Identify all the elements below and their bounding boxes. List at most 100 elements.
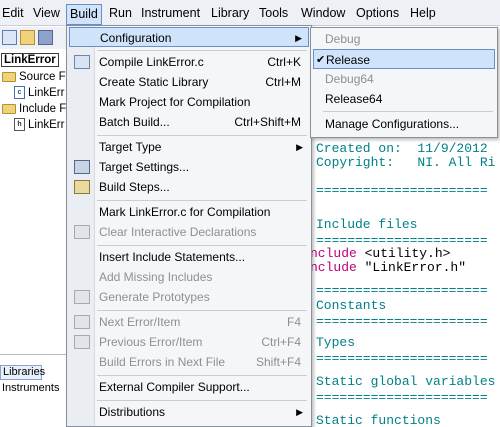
menu-item-external-compiler[interactable]: External Compiler Support... bbox=[69, 377, 309, 397]
config-manage[interactable]: Manage Configurations... bbox=[313, 114, 495, 134]
include-keyword: nclude bbox=[310, 246, 357, 261]
menu-item-mark-project[interactable]: Mark Project for Compilation bbox=[69, 92, 309, 112]
menu-help[interactable]: Help bbox=[406, 5, 440, 23]
include-value: <utility.h> bbox=[356, 246, 451, 261]
new-project-icon[interactable] bbox=[2, 30, 17, 45]
build-steps-label: Build Steps... bbox=[99, 180, 170, 194]
config-debug64-label: Debug64 bbox=[325, 72, 374, 86]
insert-include-label: Insert Include Statements... bbox=[99, 250, 246, 264]
external-compiler-label: External Compiler Support... bbox=[99, 380, 250, 394]
previous-error-label: Previous Error/Item bbox=[99, 335, 203, 349]
config-debug64[interactable]: Debug64 bbox=[313, 69, 495, 89]
next-error-label: Next Error/Item bbox=[99, 315, 181, 329]
submenu-arrow-icon: ▶ bbox=[295, 33, 302, 43]
generate-prototypes-label: Generate Prototypes bbox=[99, 290, 210, 304]
menu-separator bbox=[97, 200, 307, 201]
menu-bar: Edit View Build Run Instrument Library T… bbox=[0, 0, 500, 26]
mark-project-label: Mark Project for Compilation bbox=[99, 95, 251, 109]
menu-item-insert-include[interactable]: Insert Include Statements... bbox=[69, 247, 309, 267]
build-steps-icon bbox=[74, 180, 90, 194]
tree-project[interactable]: LinkError bbox=[1, 52, 59, 68]
compile-label: Compile LinkError.c bbox=[99, 55, 204, 69]
create-static-shortcut: Ctrl+M bbox=[265, 75, 301, 89]
menu-item-mark-file[interactable]: Mark LinkError.c for Compilation bbox=[69, 202, 309, 222]
next-error-icon bbox=[74, 315, 90, 329]
menu-separator bbox=[97, 245, 307, 246]
menu-item-clear-interactive[interactable]: Clear Interactive Declarations bbox=[69, 222, 309, 242]
menu-item-generate-prototypes[interactable]: Generate Prototypes bbox=[69, 287, 309, 307]
menu-item-distributions[interactable]: Distributions ▶ bbox=[69, 402, 309, 422]
configuration-submenu: Debug ✔ Release Debug64 Release64 Manage… bbox=[310, 27, 498, 138]
library-panel: Libraries Instruments bbox=[0, 354, 70, 427]
menu-separator bbox=[97, 375, 307, 376]
menu-instrument[interactable]: Instrument bbox=[137, 5, 204, 23]
menu-view[interactable]: View bbox=[29, 5, 64, 23]
libraries-tab[interactable]: Libraries bbox=[0, 365, 45, 380]
menu-item-configuration[interactable]: Configuration ▶ bbox=[69, 27, 309, 47]
toolbar bbox=[0, 27, 70, 49]
config-release[interactable]: ✔ Release bbox=[313, 49, 495, 69]
menu-separator bbox=[323, 111, 493, 112]
generate-prototypes-icon bbox=[74, 290, 90, 304]
source-folder-label: Source Fil bbox=[19, 71, 71, 83]
include-folder-label: Include Fi bbox=[19, 103, 69, 115]
distributions-label: Distributions bbox=[99, 405, 166, 419]
tree-include-file[interactable]: h LinkErr bbox=[14, 117, 64, 133]
instruments-item[interactable]: Instruments bbox=[2, 382, 59, 394]
open-folder-icon[interactable] bbox=[20, 30, 35, 45]
config-release64-label: Release64 bbox=[325, 92, 383, 106]
code-types: Types bbox=[316, 335, 356, 350]
menu-item-create-static-library[interactable]: Create Static Library Ctrl+M bbox=[69, 72, 309, 92]
target-settings-label: Target Settings... bbox=[99, 160, 190, 174]
code-editor[interactable]: Created on: 11/9/2012 Copyright: NI. All… bbox=[310, 138, 500, 427]
include-keyword: nclude bbox=[310, 260, 357, 275]
code-static-globals: Static global variables bbox=[316, 374, 496, 389]
code-copyright: Copyright: NI. All Ri bbox=[316, 155, 496, 170]
tree-include-folder[interactable]: Include Fi bbox=[2, 101, 69, 117]
create-static-label: Create Static Library bbox=[99, 75, 209, 89]
save-icon[interactable] bbox=[38, 30, 53, 45]
code-rule: ====================== bbox=[316, 314, 488, 329]
add-missing-label: Add Missing Includes bbox=[99, 270, 213, 284]
config-release64[interactable]: Release64 bbox=[313, 89, 495, 109]
submenu-arrow-icon: ▶ bbox=[296, 407, 303, 417]
menu-window[interactable]: Window bbox=[297, 5, 349, 23]
menu-library[interactable]: Library bbox=[207, 5, 253, 23]
menu-separator bbox=[97, 135, 307, 136]
compile-icon bbox=[74, 55, 90, 69]
menu-options[interactable]: Options bbox=[352, 5, 403, 23]
menu-run[interactable]: Run bbox=[105, 5, 136, 23]
menu-item-next-error[interactable]: Next Error/Item F4 bbox=[69, 312, 309, 332]
menu-item-target-settings[interactable]: Target Settings... bbox=[69, 157, 309, 177]
previous-error-icon bbox=[74, 335, 90, 349]
menu-item-target-type[interactable]: Target Type ▶ bbox=[69, 137, 309, 157]
menu-item-previous-error[interactable]: Previous Error/Item Ctrl+F4 bbox=[69, 332, 309, 352]
menu-edit[interactable]: Edit bbox=[0, 5, 28, 23]
tree-source-file[interactable]: c LinkErr bbox=[14, 85, 64, 101]
menu-tools[interactable]: Tools bbox=[255, 5, 292, 23]
menu-item-build-errors-next-file[interactable]: Build Errors in Next File Shift+F4 bbox=[69, 352, 309, 372]
project-tree: LinkError Source Fil c LinkErr Include Fi… bbox=[0, 49, 71, 354]
tree-source-folder[interactable]: Source Fil bbox=[2, 69, 71, 85]
clear-declarations-icon bbox=[74, 225, 90, 239]
code-rule: ====================== bbox=[316, 183, 488, 198]
c-file-icon: c bbox=[14, 86, 25, 100]
code-rule: ====================== bbox=[316, 351, 488, 366]
menu-item-compile[interactable]: Compile LinkError.c Ctrl+K bbox=[69, 52, 309, 72]
source-file-label: LinkErr bbox=[28, 87, 65, 99]
configuration-label: Configuration bbox=[100, 31, 172, 45]
menu-item-batch-build[interactable]: Batch Build... Ctrl+Shift+M bbox=[69, 112, 309, 132]
include-file-label: LinkErr bbox=[28, 119, 65, 131]
code-constants: Constants bbox=[316, 298, 387, 313]
menu-build[interactable]: Build bbox=[66, 4, 102, 25]
menu-item-build-steps[interactable]: Build Steps... bbox=[69, 177, 309, 197]
include-value: "LinkError.h" bbox=[356, 260, 467, 275]
code-rule: ====================== bbox=[316, 390, 488, 405]
config-debug[interactable]: Debug bbox=[313, 29, 495, 49]
code-include-2: nclude "LinkError.h" bbox=[310, 260, 466, 276]
code-include-files: Include files bbox=[316, 217, 418, 232]
mark-file-label: Mark LinkError.c for Compilation bbox=[99, 205, 271, 219]
folder-icon bbox=[2, 103, 16, 114]
menu-item-add-missing-includes[interactable]: Add Missing Includes bbox=[69, 267, 309, 287]
previous-error-shortcut: Ctrl+F4 bbox=[261, 335, 301, 349]
